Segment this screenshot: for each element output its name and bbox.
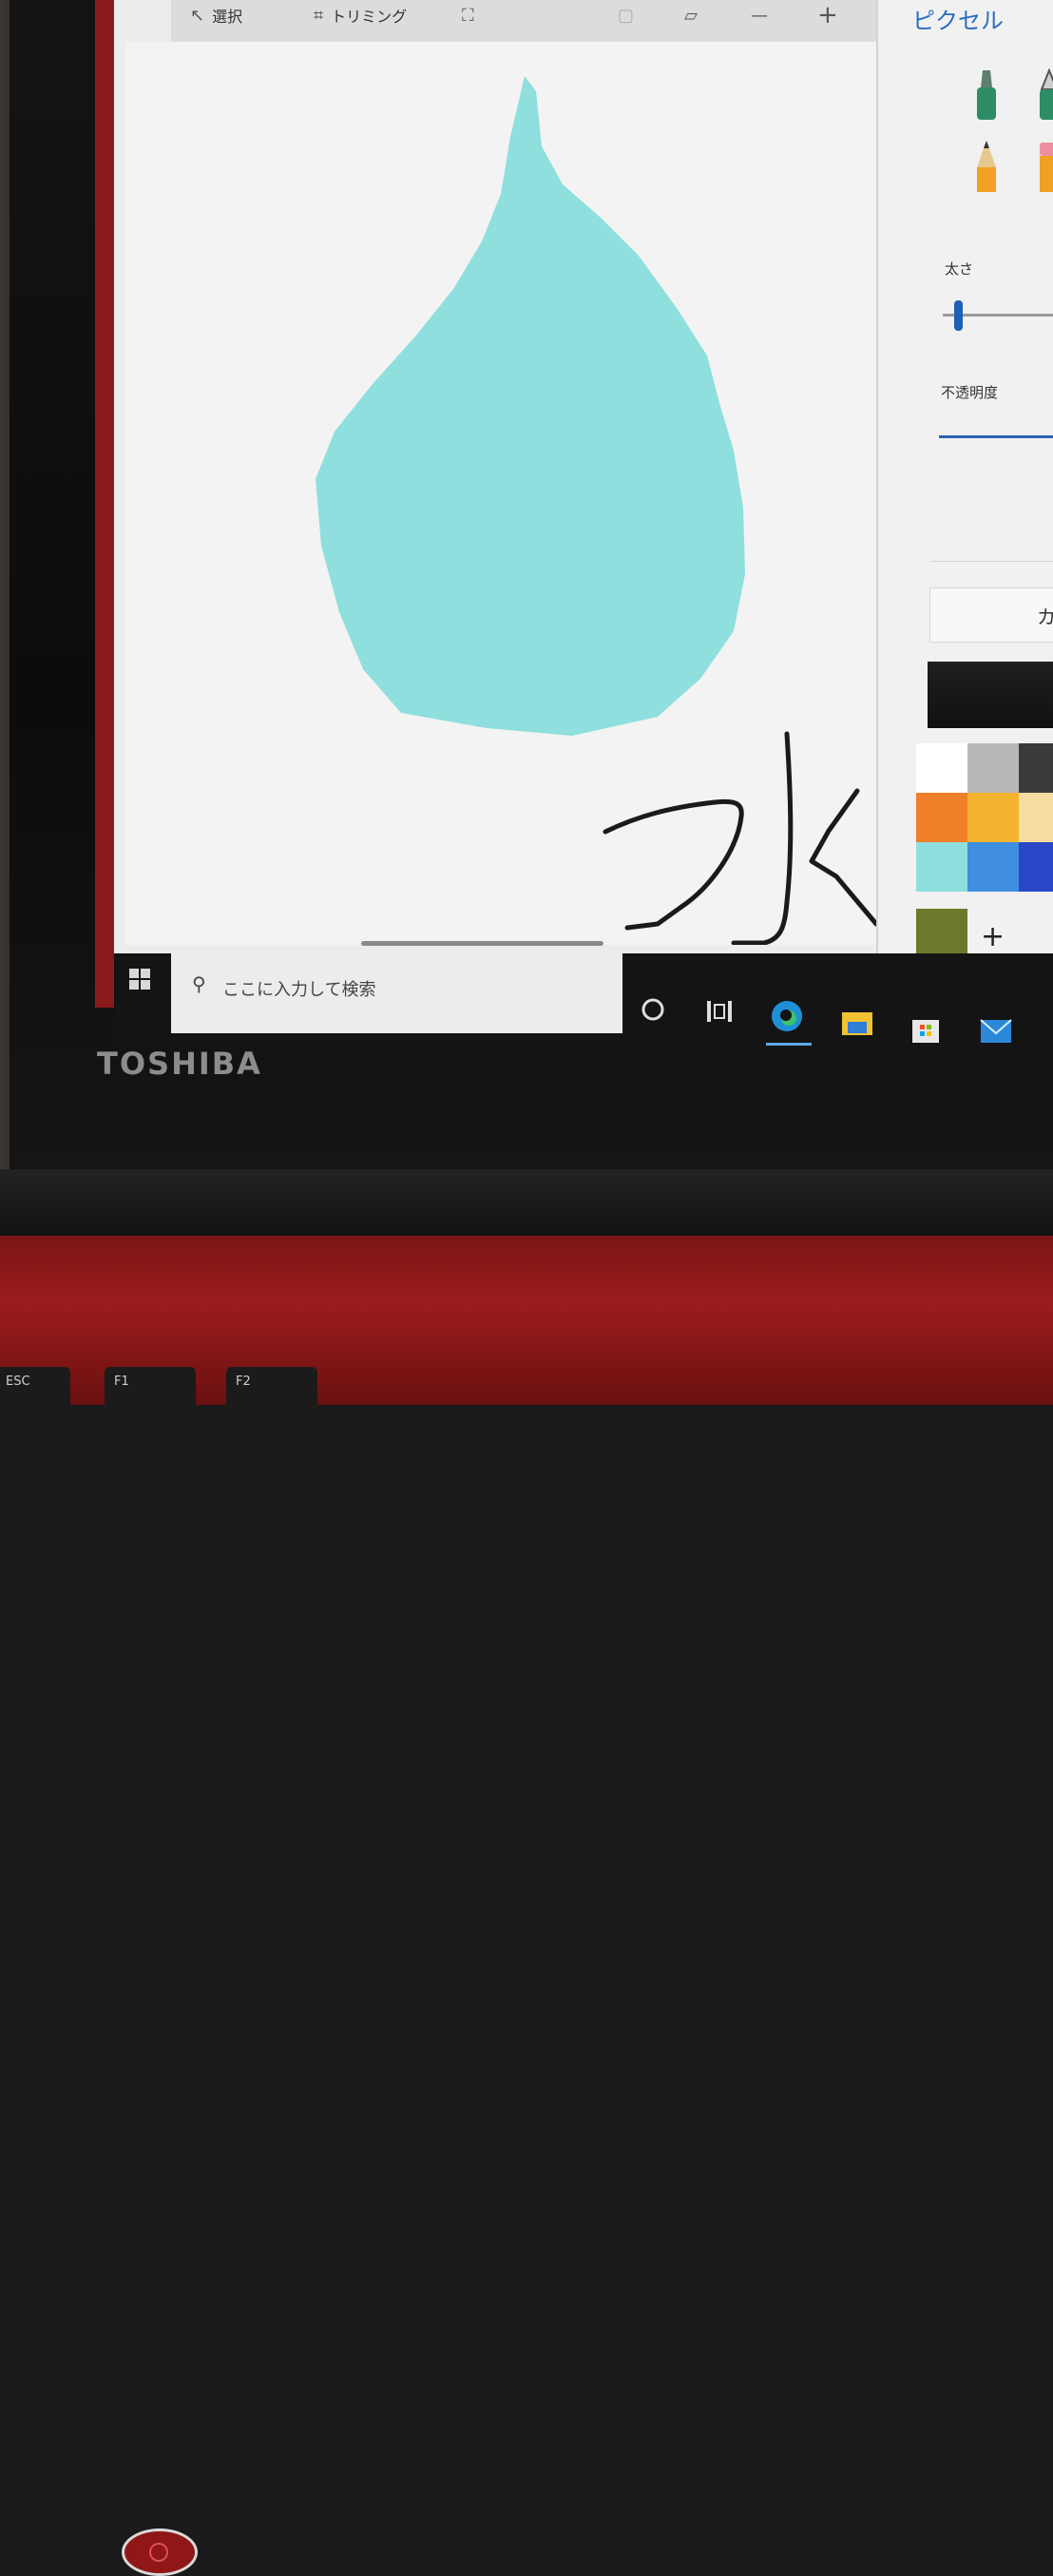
palette-swatch[interactable] (1019, 793, 1053, 842)
magic-select-button[interactable]: ⛶ (462, 0, 474, 30)
pencil-icon[interactable] (967, 139, 1005, 196)
device-brand-logo: TOSHIBA (97, 1046, 262, 1082)
handwritten-kanji-left (603, 798, 744, 931)
panel-title: ピクセル (912, 8, 1004, 34)
search-placeholder: ここに入力して検索 (222, 980, 376, 1000)
opacity-slider[interactable] (939, 435, 1053, 438)
custom-color-swatch[interactable] (916, 909, 967, 958)
file-explorer-icon[interactable] (840, 1005, 874, 1039)
color-picker-button[interactable]: カ (929, 587, 1053, 643)
esc-key[interactable]: ESC (0, 1367, 70, 1414)
windows-start-icon[interactable] (129, 969, 150, 990)
power-button[interactable] (122, 2528, 198, 2576)
cursor-icon: ↖ (190, 5, 205, 26)
palette-swatch[interactable] (967, 793, 1019, 842)
thickness-slider-thumb[interactable] (954, 300, 963, 331)
window-icon: ▱ (684, 5, 698, 26)
handwritten-kanji-right (809, 788, 879, 927)
water-drop-shape (316, 76, 745, 736)
palette-swatch[interactable] (1019, 842, 1053, 892)
search-icon: ⚲ (192, 972, 206, 995)
eraser-icon[interactable] (1030, 139, 1053, 196)
f1-key[interactable]: F1 (105, 1367, 196, 1414)
palette-swatch[interactable] (967, 842, 1019, 892)
paint-toolbar: ↖ 選択 ⌗ トリミング ⛶ ▢ ▱ — + ··· (171, 0, 979, 42)
marker-icon[interactable] (967, 68, 1005, 125)
thickness-label: 太さ (945, 260, 974, 278)
select-tool-button[interactable]: ↖ 選択 (190, 0, 242, 30)
drawing-canvas[interactable]: 水 (125, 42, 922, 946)
zoom-out-button[interactable]: — (751, 0, 768, 30)
active-app-indicator (766, 1043, 812, 1046)
history-button[interactable]: ▢ (618, 0, 634, 30)
store-icon[interactable] (909, 1010, 943, 1045)
palette-swatch[interactable] (916, 743, 967, 793)
color-button-label: カ (1037, 606, 1053, 628)
cortana-icon[interactable] (639, 995, 667, 1024)
calligraphy-pen-icon[interactable] (1030, 68, 1053, 125)
palette-swatch[interactable] (916, 793, 967, 842)
f2-key[interactable]: F2 (226, 1367, 317, 1414)
trim-tool-button[interactable]: ⌗ トリミング (314, 0, 407, 30)
plus-icon: + (817, 1, 838, 29)
magic-select-icon: ⛶ (462, 5, 474, 26)
select-label: 選択 (212, 8, 243, 26)
palette-swatch[interactable] (967, 743, 1019, 793)
canvas-drawing (316, 76, 879, 946)
mail-icon[interactable] (979, 1014, 1013, 1048)
brush-side-panel: ピクセル 太さ 不透明度 カ + (876, 0, 1053, 1003)
windows-taskbar: ⚲ ここに入力して検索 (114, 953, 1053, 1048)
panel-divider (931, 561, 1053, 562)
palette-swatch[interactable] (916, 842, 967, 892)
opacity-label: 不透明度 (941, 384, 999, 401)
history-icon: ▢ (618, 5, 635, 26)
horizontal-scrollbar[interactable] (361, 941, 603, 946)
handwritten-kanji-center (731, 731, 794, 946)
edge-browser-icon[interactable] (770, 999, 804, 1033)
trim-label: トリミング (331, 8, 408, 26)
palette-swatch[interactable] (1019, 743, 1053, 793)
task-view-icon[interactable] (703, 995, 736, 1028)
add-color-button[interactable]: + (981, 920, 1005, 953)
taskbar-search-box[interactable]: ⚲ ここに入力して検索 (171, 953, 622, 1033)
crop-icon: ⌗ (314, 5, 324, 26)
paint-app-window: ↖ 選択 ⌗ トリミング ⛶ ▢ ▱ — + ··· (114, 0, 1053, 1003)
current-color-preview (928, 662, 1053, 728)
minus-icon: — (751, 5, 768, 26)
view-button[interactable]: ▱ (684, 0, 698, 30)
power-icon (149, 2543, 168, 2562)
zoom-in-button[interactable]: + (817, 0, 838, 30)
